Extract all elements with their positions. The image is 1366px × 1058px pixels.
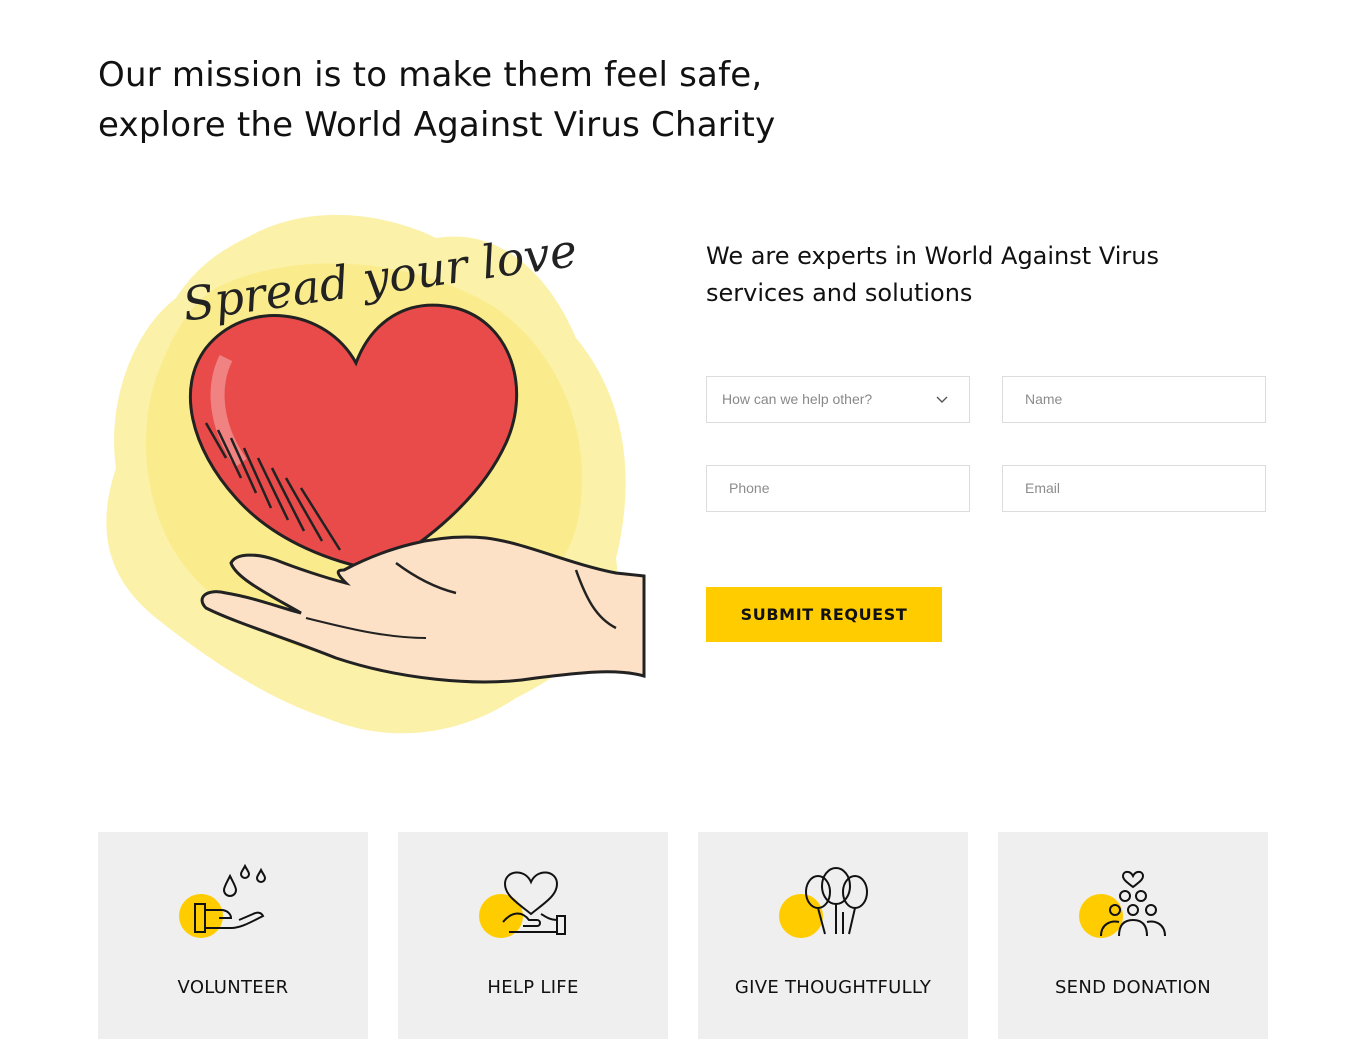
card-volunteer[interactable]: VOLUNTEER: [98, 832, 368, 1039]
help-type-select-value: How can we help other?: [722, 391, 873, 407]
community-heart-icon: [1073, 864, 1193, 944]
heart-in-hand-icon: [473, 864, 593, 944]
card-help-life-label: HELP LIFE: [487, 977, 579, 998]
card-give-thoughtfully-label: GIVE THOUGHTFULLY: [734, 977, 932, 998]
form-heading-line-2: services and solutions: [706, 279, 973, 307]
mission-line-1: Our mission is to make them feel safe,: [98, 55, 763, 95]
balloons-icon: [773, 864, 893, 944]
card-send-donation[interactable]: SEND DONATION: [998, 832, 1268, 1039]
phone-input[interactable]: [729, 466, 949, 511]
spread-love-illustration: Spread your love: [96, 198, 646, 743]
form-heading-line-1: We are experts in World Against Virus: [706, 242, 1159, 270]
submit-request-button[interactable]: SUBMIT REQUEST: [706, 587, 942, 642]
email-input[interactable]: [1025, 466, 1245, 511]
chevron-down-icon: [936, 396, 948, 403]
name-field-wrap: [1002, 376, 1266, 423]
heart-hand-drawing: Spread your love: [106, 214, 646, 734]
phone-field-wrap: [706, 465, 970, 512]
card-give-thoughtfully[interactable]: GIVE THOUGHTFULLY: [698, 832, 968, 1039]
form-heading: We are experts in World Against Virus se…: [706, 238, 1246, 312]
email-field-wrap: [1002, 465, 1266, 512]
mission-line-2: explore the World Against Virus Charity: [98, 105, 776, 145]
volunteer-hand-drops-icon: [173, 864, 293, 944]
help-type-select[interactable]: How can we help other?: [706, 376, 970, 423]
mission-heading: Our mission is to make them feel safe, e…: [98, 50, 858, 150]
card-volunteer-label: VOLUNTEER: [177, 977, 289, 998]
card-send-donation-label: SEND DONATION: [1054, 977, 1212, 998]
card-help-life[interactable]: HELP LIFE: [398, 832, 668, 1039]
name-input[interactable]: [1025, 377, 1245, 422]
